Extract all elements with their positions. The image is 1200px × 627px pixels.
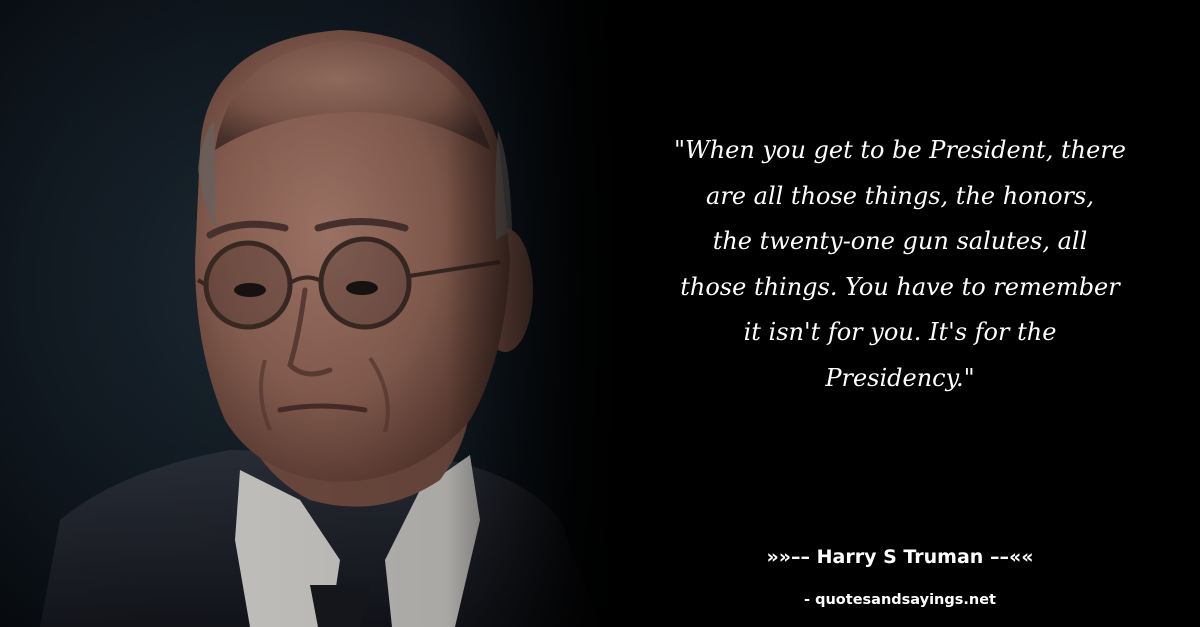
quote-line: the twenty-one gun salutes, all: [712, 227, 1088, 255]
portrait-photo: [0, 0, 620, 627]
quote-line: those things. You have to remember: [680, 272, 1120, 301]
quote-line: it isn't for you. It's for the: [743, 318, 1057, 346]
quote-line: are all those things, the honors,: [706, 181, 1094, 210]
quote-line: "When you get to be President, there: [673, 136, 1127, 164]
quote-line: Presidency.": [825, 363, 975, 392]
quote-card: "When you get to be President, there are…: [0, 0, 1200, 627]
quote-text: "When you get to be President, there are…: [640, 128, 1160, 401]
source-link[interactable]: - quotesandsayings.net: [780, 589, 1020, 611]
author-attribution: »»–– Harry S Truman ––««: [766, 546, 1034, 568]
